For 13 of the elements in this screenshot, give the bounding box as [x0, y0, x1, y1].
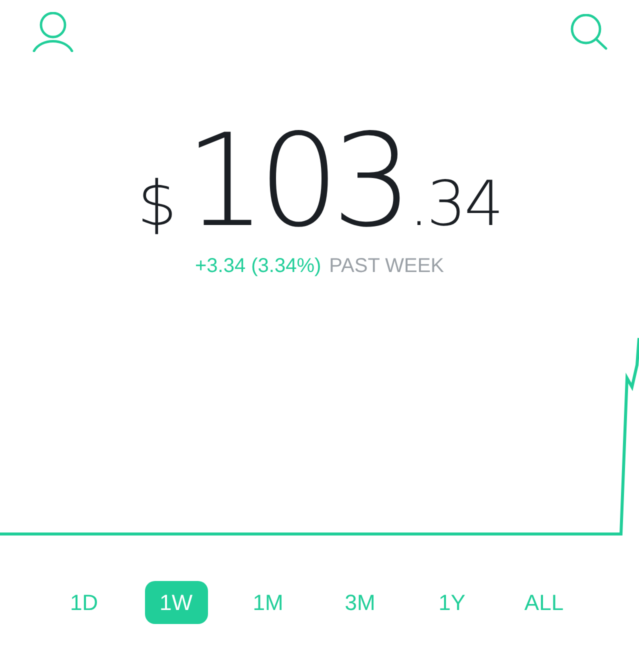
- search-icon[interactable]: [570, 14, 608, 50]
- profile-icon[interactable]: [32, 12, 74, 52]
- currency-sign: $: [137, 173, 177, 235]
- range-tab[interactable]: 1D: [54, 581, 114, 624]
- price-cents: .34: [409, 173, 502, 235]
- change-period: PAST WEEK: [329, 256, 444, 276]
- range-tab[interactable]: ALL: [509, 581, 579, 624]
- range-tab[interactable]: 3M: [330, 581, 390, 624]
- range-tab[interactable]: 1M: [238, 581, 298, 624]
- change-amount: +3.34 (3.34%): [194, 256, 322, 276]
- range-tab[interactable]: 1Y: [424, 581, 480, 624]
- price-dollars: 103: [184, 118, 406, 246]
- range-tab[interactable]: 1W: [144, 581, 208, 624]
